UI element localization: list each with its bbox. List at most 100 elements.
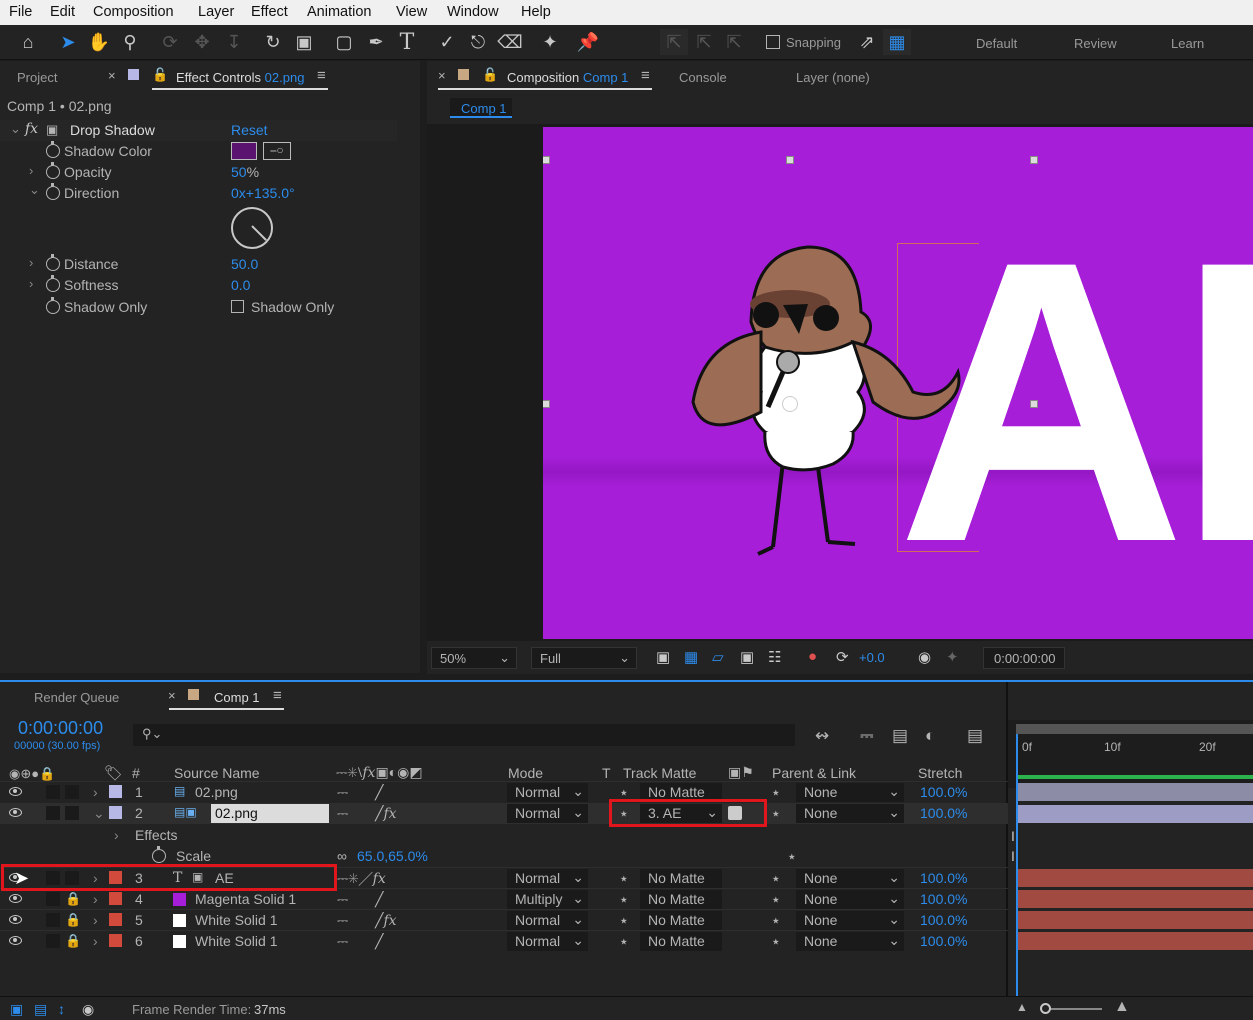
quality-switch-icon[interactable]: ╱fx	[375, 912, 397, 929]
menu-window[interactable]: Window	[447, 4, 499, 20]
tab-console[interactable]: Console	[679, 70, 727, 85]
lock-icon[interactable]: 🔓	[152, 67, 168, 83]
grid-guides-icon[interactable]: ☷	[768, 648, 781, 666]
exposure-value[interactable]: +0.0	[859, 650, 885, 665]
snap-features-icon[interactable]: ▦	[883, 29, 911, 55]
keyframe-navigator-icon[interactable]: I	[1011, 848, 1015, 864]
snapping-checkbox[interactable]	[766, 35, 780, 49]
work-area-bar[interactable]	[1016, 724, 1253, 734]
scale-value[interactable]: 65.0,65.0%	[357, 848, 428, 864]
parent-pickwhip-icon[interactable]: ٭	[772, 784, 780, 801]
stopwatch-icon[interactable]	[46, 183, 60, 200]
layer-label-color[interactable]	[109, 892, 122, 905]
comp-breadcrumb-tab[interactable]: Comp 1	[450, 98, 512, 118]
chevron-down-icon[interactable]: ⌄	[93, 805, 105, 822]
layer-name[interactable]: Magenta Solid 1	[195, 891, 296, 907]
stretch-value[interactable]: 100.0%	[920, 891, 967, 907]
selection-tool-icon[interactable]: ➤	[54, 29, 82, 55]
menu-composition[interactable]: Composition	[93, 4, 174, 20]
tab-project[interactable]: Project	[17, 70, 57, 85]
parent-dropdown[interactable]: None ⌄	[796, 869, 904, 888]
mode-dropdown[interactable]: Normal ⌄	[507, 911, 588, 930]
stretch-value[interactable]: 100.0%	[920, 784, 967, 800]
lock-toggle[interactable]	[65, 785, 79, 799]
snap-edge-icon[interactable]: ⇗	[853, 29, 881, 55]
layer-row[interactable]: › 1 ▤ 02.png ⎓ ╱ Normal ⌄ ٭ No Matte ٭ No…	[0, 781, 1008, 802]
shy-switch-icon[interactable]: ⎓	[337, 933, 348, 950]
bird-character-illustration[interactable]	[643, 242, 973, 592]
stretch-value[interactable]: 100.0%	[920, 870, 967, 886]
layer-label-color[interactable]	[109, 934, 122, 947]
layer-name[interactable]: 02.png	[195, 784, 238, 800]
quality-switch-icon[interactable]: ╱	[375, 933, 383, 950]
resolution-dropdown[interactable]: Full ⌄	[531, 647, 637, 669]
pen-tool-icon[interactable]: ✒	[362, 29, 390, 55]
toggle-modes-icon[interactable]: ▤	[34, 1001, 47, 1018]
stopwatch-icon[interactable]	[46, 141, 60, 158]
zoom-out-icon[interactable]: ▲	[1016, 1000, 1028, 1014]
channels-icon[interactable]: ●	[808, 648, 817, 665]
frame-blending-icon[interactable]: ▤	[892, 726, 908, 746]
solo-toggle[interactable]	[46, 913, 60, 927]
fast-previews-icon[interactable]: ▣	[656, 648, 670, 666]
dolly-camera-icon[interactable]: ↧	[220, 29, 248, 55]
chevron-right-icon[interactable]: ›	[93, 912, 98, 928]
transparency-grid-icon[interactable]: ▦	[684, 648, 698, 666]
layer-label-color[interactable]	[109, 913, 122, 926]
graph-editor-icon[interactable]: ▤	[967, 726, 983, 746]
lock-toggle[interactable]	[65, 806, 79, 820]
timecode-display[interactable]: 0:00:00:00	[983, 647, 1065, 669]
world-axis-icon[interactable]: ⇱	[690, 29, 718, 55]
solo-toggle[interactable]	[46, 785, 60, 799]
lock-icon[interactable]: 🔒	[65, 891, 81, 907]
opacity-number[interactable]: 50	[231, 164, 247, 180]
layer-row[interactable]: 🔒 › 4 Magenta Solid 1 ⎓ ╱ Multiply ⌄ ٭ No…	[0, 888, 1008, 909]
eyedropper-icon[interactable]: ⎯○	[263, 142, 291, 160]
parent-dropdown[interactable]: None ⌄	[796, 804, 904, 823]
solo-toggle[interactable]	[46, 892, 60, 906]
pickwhip-icon[interactable]: ٭	[620, 933, 628, 950]
mode-dropdown[interactable]: Multiply ⌄	[507, 890, 588, 909]
stretch-value[interactable]: 100.0%	[920, 805, 967, 821]
transform-handle[interactable]	[1030, 156, 1038, 164]
chevron-right-icon[interactable]: ›	[29, 255, 33, 270]
layer-row-selected[interactable]: ⌄ 2 ▤▣ 02.png ⎓ ╱fx Normal ⌄ ٭ 3. AE ⌄ ٭ N…	[0, 803, 1008, 824]
show-snapshot-icon[interactable]: ✦	[946, 648, 959, 666]
brush-tool-icon[interactable]: ✓	[433, 29, 461, 55]
layer-name[interactable]: 02.png	[215, 805, 258, 821]
current-time[interactable]: 0:00:00:00	[18, 718, 103, 739]
lock-icon[interactable]: 🔒	[65, 933, 81, 949]
chevron-right-icon[interactable]: ›	[114, 827, 119, 843]
shy-switch-icon[interactable]: ⎓	[337, 805, 348, 822]
constrain-proportions-icon[interactable]: ∞	[337, 848, 347, 864]
home-icon[interactable]: ⌂	[14, 29, 42, 55]
zoom-dropdown[interactable]: 50% ⌄	[431, 647, 517, 669]
snapshot-icon[interactable]: ◉	[918, 648, 931, 666]
pickwhip-icon[interactable]: ٭	[620, 870, 628, 887]
view-axis-icon[interactable]: ⇱	[720, 29, 748, 55]
menu-effect[interactable]: Effect	[251, 4, 288, 20]
close-icon[interactable]: ×	[108, 68, 116, 83]
stretch-value[interactable]: 100.0%	[920, 912, 967, 928]
orbit-camera-icon[interactable]: ⟳	[156, 29, 184, 55]
keyframe-navigator-icon[interactable]: I	[1011, 828, 1015, 844]
timeline-zoom-slider[interactable]	[1042, 1008, 1102, 1010]
mask-visibility-icon[interactable]: ▱	[712, 648, 724, 666]
pan-behind-tool-icon[interactable]: ▣	[290, 29, 318, 55]
tab-render-queue[interactable]: Render Queue	[34, 690, 119, 705]
parent-pickwhip-icon[interactable]: ٭	[772, 891, 780, 908]
panel-menu-icon[interactable]: ≡	[273, 687, 282, 704]
layer-duration-bar[interactable]	[1018, 911, 1253, 929]
type-tool-icon[interactable]: T	[393, 29, 421, 55]
stretch-value[interactable]: 100.0%	[920, 933, 967, 949]
transform-handle[interactable]	[543, 400, 550, 408]
time-ruler[interactable]: 0f 10f 20f	[1008, 720, 1253, 788]
local-axis-icon[interactable]: ⇱	[660, 29, 688, 55]
menu-view[interactable]: View	[396, 4, 427, 20]
tab-effect-controls[interactable]: Effect Controls 02.png	[176, 70, 304, 85]
shadow-color-swatch[interactable]	[231, 142, 257, 160]
clone-stamp-tool-icon[interactable]: ⎋	[464, 29, 492, 55]
tab-composition[interactable]: Composition Comp 1	[507, 70, 628, 85]
chevron-down-icon[interactable]: ⌄	[10, 121, 21, 137]
parent-dropdown[interactable]: None ⌄	[796, 932, 904, 951]
